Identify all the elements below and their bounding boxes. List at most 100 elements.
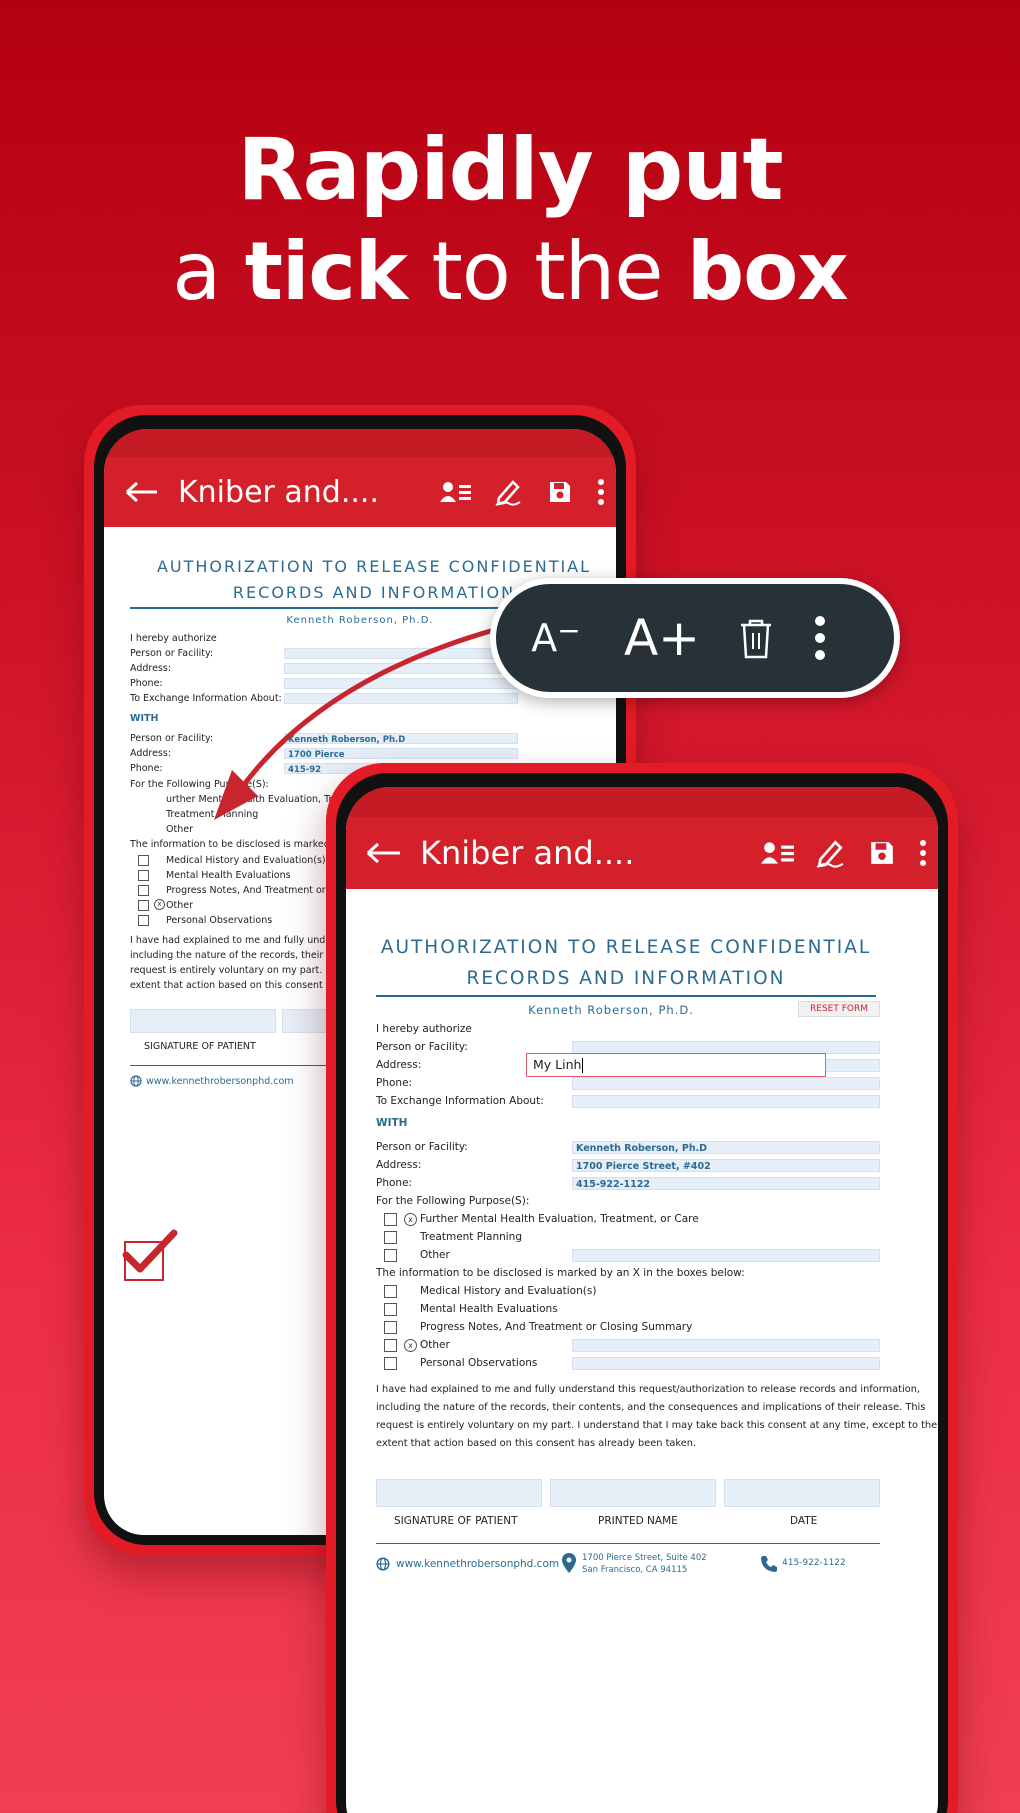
doc-title-line-1: AUTHORIZATION TO RELEASE CONFIDENTIAL	[380, 937, 872, 958]
disclosed-item-1: Medical History and Evaluation(s)	[166, 855, 326, 866]
hereby-label: I hereby authorize	[376, 1023, 472, 1035]
trash-icon[interactable]	[732, 614, 780, 662]
disclosed-item-2: Mental Health Evaluations	[420, 1303, 558, 1315]
purpose-checkbox-1[interactable]	[384, 1213, 397, 1226]
disclosed-checkbox-3[interactable]	[138, 885, 149, 896]
disclosed-other-field[interactable]	[572, 1339, 880, 1352]
disclosed-observations-field[interactable]	[572, 1357, 880, 1370]
contact-list-icon[interactable]	[438, 474, 474, 510]
disclosed-checkbox-5[interactable]	[384, 1357, 397, 1370]
save-icon[interactable]	[542, 474, 578, 510]
increase-font-label: A+	[623, 609, 701, 667]
signature-field[interactable]	[130, 1009, 276, 1033]
exchange-label: To Exchange Information About:	[130, 693, 282, 704]
contact-list-icon[interactable]	[760, 835, 796, 871]
printed-name-field[interactable]	[550, 1479, 716, 1507]
disclosed-checkbox-1[interactable]	[138, 855, 149, 866]
with-person-label: Person or Facility:	[376, 1141, 468, 1153]
decrease-font-label: A	[531, 616, 558, 660]
with-address-field[interactable]: 1700 Pierce Street, #402	[572, 1159, 880, 1172]
headline-word-a: a	[172, 225, 221, 318]
disclosed-checkbox-1[interactable]	[384, 1285, 397, 1298]
phone-label: Phone:	[376, 1077, 413, 1089]
exchange-label: To Exchange Information About:	[376, 1095, 544, 1107]
with-person-label: Person or Facility:	[130, 733, 214, 744]
footer-phone[interactable]: 415-922-1122	[782, 1558, 846, 1568]
checkmark-icon	[122, 1229, 178, 1273]
date-field[interactable]	[724, 1479, 880, 1507]
address-input-value: My Linh	[533, 1057, 582, 1072]
disclosed-item-4: Other	[166, 900, 193, 911]
disclosed-checkbox-2[interactable]	[384, 1303, 397, 1316]
consent-paragraph-line-4: extent that action based on this consent…	[376, 1438, 697, 1449]
purpose-item-3: Other	[166, 824, 193, 835]
disclosed-checkbox-4[interactable]	[138, 900, 149, 911]
with-person-field[interactable]: Kenneth Roberson, Ph.D	[284, 733, 518, 745]
document-title: Kniber and....	[420, 834, 635, 872]
save-icon[interactable]	[864, 835, 900, 871]
phone-icon	[760, 1555, 778, 1576]
exchange-field[interactable]	[284, 693, 518, 704]
address-label: Address:	[130, 663, 172, 674]
consent-paragraph-line-3: request is entirely voluntary on my part…	[130, 965, 356, 976]
disclosed-checkbox-3[interactable]	[384, 1321, 397, 1334]
back-arrow-icon[interactable]	[118, 468, 166, 516]
globe-icon	[130, 1075, 142, 1090]
headline-words-to-the: to the	[431, 225, 663, 318]
with-address-field[interactable]: 1700 Pierce	[284, 748, 518, 760]
consent-paragraph-line-3: request is entirely voluntary on my part…	[376, 1420, 938, 1431]
person-label: Person or Facility:	[130, 648, 214, 659]
increase-font-button[interactable]: A+	[614, 602, 710, 674]
hereby-label: I hereby authorize	[130, 633, 217, 644]
pen-sign-icon[interactable]	[812, 835, 848, 871]
printed-name-label: PRINTED NAME	[598, 1515, 678, 1527]
checkbox-tick-highlight[interactable]	[122, 1229, 178, 1281]
back-arrow-icon[interactable]	[360, 829, 408, 877]
purpose-item-2: Treatment Planning	[166, 809, 259, 820]
phone-field[interactable]	[572, 1077, 880, 1090]
consent-paragraph-line-1: I have had explained to me and fully und…	[376, 1384, 921, 1395]
disclosed-checkbox-5[interactable]	[138, 915, 149, 926]
headline: Rapidly put a tick to the box	[0, 120, 1020, 324]
signature-label: SIGNATURE OF PATIENT	[144, 1041, 256, 1052]
purpose-item-2: Treatment Planning	[420, 1231, 522, 1243]
more-vert-icon[interactable]	[594, 474, 608, 510]
pen-sign-icon[interactable]	[490, 474, 526, 510]
disclosed-checkbox-4[interactable]	[384, 1339, 397, 1352]
consent-paragraph-line-2: including the nature of the records, the…	[376, 1402, 926, 1413]
more-vert-icon[interactable]	[916, 835, 930, 871]
phone-label: Phone:	[130, 678, 163, 689]
with-person-field[interactable]: Kenneth Roberson, Ph.D	[572, 1141, 880, 1154]
doc-author: Kenneth Roberson, Ph.D.	[528, 1003, 694, 1017]
location-pin-icon	[562, 1553, 576, 1576]
with-phone-field[interactable]: 415-922-1122	[572, 1177, 880, 1190]
exchange-field[interactable]	[572, 1095, 880, 1108]
headline-word-tick: tick	[244, 225, 408, 318]
footer-website[interactable]: www.kennethrobersonphd.com	[146, 1076, 294, 1087]
decrease-font-button[interactable]: A −	[526, 608, 586, 668]
phone-field[interactable]	[284, 678, 518, 689]
address-field[interactable]	[284, 663, 518, 674]
purpose-checkbox-2[interactable]	[384, 1231, 397, 1244]
headline-line-2: a tick to the box	[0, 220, 1020, 324]
front-phone-screen: Kniber and.... AUTHORIZATION TO RELEASE …	[346, 787, 938, 1813]
footer-website[interactable]: www.kennethrobersonphd.com	[396, 1558, 559, 1570]
with-label: WITH	[376, 1117, 408, 1129]
front-document: AUTHORIZATION TO RELEASE CONFIDENTIAL RE…	[346, 889, 938, 1813]
signature-field[interactable]	[376, 1479, 542, 1507]
date-label: DATE	[790, 1515, 818, 1527]
disclosed-item-2: Mental Health Evaluations	[166, 870, 291, 881]
reset-form-button[interactable]: RESET FORM	[798, 1001, 880, 1017]
consent-paragraph: I have had explained to me and fully und…	[376, 1381, 938, 1453]
headline-word-box: box	[686, 225, 849, 318]
footer-address-line-2: San Francisco, CA 94115	[582, 1565, 688, 1575]
disclosed-label: The information to be disclosed is marke…	[130, 839, 360, 850]
purpose-checkbox-3[interactable]	[384, 1249, 397, 1262]
disclosed-checkbox-2[interactable]	[138, 870, 149, 881]
more-vert-icon[interactable]	[806, 614, 834, 662]
purpose-item-1: Further Mental Health Evaluation, Treatm…	[420, 1213, 699, 1225]
app-bar: Kniber and....	[346, 787, 938, 889]
address-text-input[interactable]: My Linh	[526, 1053, 826, 1077]
person-field[interactable]	[284, 648, 518, 659]
purpose-other-field[interactable]	[572, 1249, 880, 1262]
